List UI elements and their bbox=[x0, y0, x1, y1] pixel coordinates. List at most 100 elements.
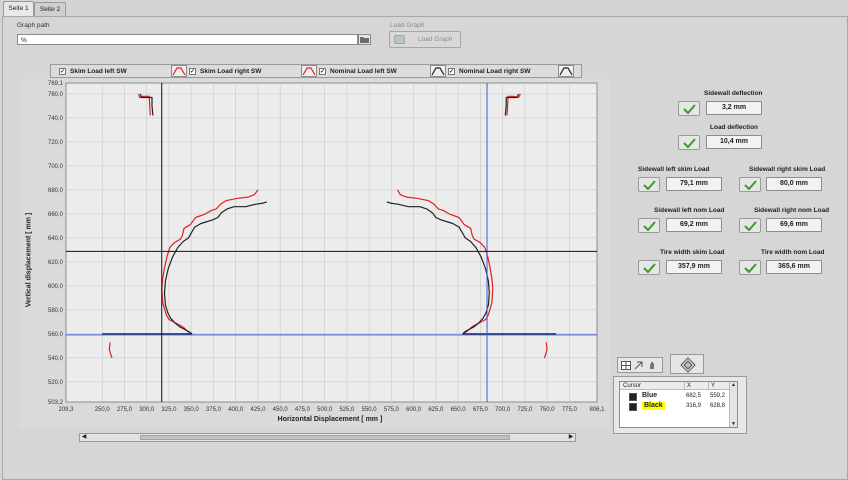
tire-width-nom-label: Tire width nom Load bbox=[761, 249, 825, 256]
y-tick-label: 520,0 bbox=[48, 380, 64, 386]
y-tick-label: 680,0 bbox=[48, 188, 64, 194]
checkmark-icon bbox=[643, 221, 656, 231]
sidewall-deflection-check[interactable] bbox=[678, 101, 700, 116]
x-tick-label: 350,0 bbox=[184, 407, 200, 413]
pan-tool-icon[interactable] bbox=[634, 361, 644, 370]
y-tick-label: 560,0 bbox=[48, 332, 64, 338]
cursor-name[interactable]: Blue bbox=[642, 392, 657, 400]
y-tick-label: 640,0 bbox=[48, 236, 64, 242]
sw-left-nom-check[interactable] bbox=[638, 218, 660, 233]
x-tick-label: 425,0 bbox=[250, 407, 266, 413]
x-tick-label: 500,0 bbox=[317, 407, 333, 413]
sw-right-nom-check[interactable] bbox=[739, 218, 761, 233]
cursor-blue-swatch bbox=[629, 393, 637, 401]
cursor-diamond-icon bbox=[680, 357, 696, 373]
plot-area bbox=[65, 82, 598, 403]
x-tick-label: 650,0 bbox=[451, 407, 467, 413]
tire-width-skim-value: 357,9 mm bbox=[666, 260, 722, 274]
y-tick-label: 760,0 bbox=[48, 92, 64, 98]
checkmark-icon bbox=[643, 180, 656, 190]
checkmark-icon bbox=[744, 263, 757, 273]
x-tick-label: 300,0 bbox=[139, 407, 155, 413]
x-tick-label: 400,0 bbox=[228, 407, 244, 413]
sw-right-nom-label: Sidewall right nom Load bbox=[754, 207, 830, 214]
scroll-left-icon[interactable]: ◀ bbox=[80, 434, 88, 441]
tire-width-skim-check[interactable] bbox=[638, 260, 660, 275]
y-col-header: Y bbox=[708, 382, 731, 390]
x-col-header: X bbox=[684, 382, 708, 390]
sw-left-nom-value: 69,2 mm bbox=[666, 218, 722, 232]
scroll-thumb[interactable] bbox=[140, 435, 510, 440]
sw-right-skim-label: Sidewall right skim Load bbox=[749, 166, 826, 173]
graph-scrollbar[interactable]: ◀ ▶ bbox=[79, 433, 576, 442]
y-tick-label: 769,1 bbox=[48, 81, 64, 87]
cursor-black-swatch bbox=[629, 403, 637, 411]
sw-right-skim-check[interactable] bbox=[739, 177, 761, 192]
sidewall-deflection-value: 3,2 mm bbox=[706, 101, 762, 115]
x-tick-label: 675,0 bbox=[473, 407, 489, 413]
cursor-legend-panel: Cursor X Y Blue 682,5 559,2 Black 316,9 … bbox=[613, 376, 747, 434]
hand-tool-icon[interactable] bbox=[648, 361, 658, 370]
cursor-name[interactable]: Black bbox=[642, 402, 665, 410]
checkmark-icon bbox=[683, 138, 696, 148]
sw-right-skim-value: 80,0 mm bbox=[766, 177, 822, 191]
tire-width-skim-label: Tire width skim Load bbox=[660, 249, 725, 256]
y-tick-label: 740,0 bbox=[48, 116, 64, 122]
checkmark-icon bbox=[683, 104, 696, 114]
x-tick-label: 209,3 bbox=[58, 407, 74, 413]
x-axis-label: Horizontal Displacement [ mm ] bbox=[277, 416, 383, 423]
x-tick-label: 806,1 bbox=[589, 407, 605, 413]
cursor-table[interactable]: Cursor X Y Blue 682,5 559,2 Black 316,9 … bbox=[619, 381, 738, 428]
y-tick-label: 620,0 bbox=[48, 260, 64, 266]
sw-right-nom-value: 69,6 mm bbox=[766, 218, 822, 232]
scroll-right-icon[interactable]: ▶ bbox=[567, 434, 575, 441]
y-tick-label: 540,0 bbox=[48, 356, 64, 362]
cursor-y-value: 628,8 bbox=[710, 403, 726, 409]
x-tick-label: 625,0 bbox=[428, 407, 444, 413]
cursor-move-tool[interactable] bbox=[670, 354, 704, 374]
x-tick-label: 725,0 bbox=[517, 407, 533, 413]
x-tick-label: 250,0 bbox=[95, 407, 111, 413]
zoom-tool-icon[interactable] bbox=[621, 361, 631, 370]
y-tick-label: 580,0 bbox=[48, 308, 64, 314]
sw-left-nom-label: Sidewall left nom Load bbox=[654, 207, 725, 214]
sidewall-deflection-label: Sidewall deflection bbox=[704, 90, 763, 97]
cursor-x-value: 682,5 bbox=[686, 393, 702, 399]
scroll-down-icon[interactable]: ▼ bbox=[730, 421, 737, 427]
x-tick-label: 275,0 bbox=[117, 407, 133, 413]
x-tick-label: 575,0 bbox=[384, 407, 400, 413]
x-tick-label: 475,0 bbox=[295, 407, 311, 413]
x-tick-label: 550,0 bbox=[362, 407, 378, 413]
x-tick-label: 450,0 bbox=[273, 407, 289, 413]
scroll-up-icon[interactable]: ▲ bbox=[730, 382, 737, 388]
x-tick-label: 750,0 bbox=[540, 407, 556, 413]
x-tick-label: 600,0 bbox=[406, 407, 422, 413]
cursor-y-value: 559,2 bbox=[710, 393, 726, 399]
sw-left-skim-check[interactable] bbox=[638, 177, 660, 192]
load-deflection-check[interactable] bbox=[678, 135, 700, 150]
y-tick-label: 503,2 bbox=[48, 400, 64, 406]
graph-palette-tools[interactable] bbox=[617, 357, 663, 373]
x-tick-label: 700,0 bbox=[495, 407, 511, 413]
checkmark-icon bbox=[744, 180, 757, 190]
cursor-x-value: 316,9 bbox=[686, 403, 702, 409]
checkmark-icon bbox=[643, 263, 656, 273]
checkmark-icon bbox=[744, 221, 757, 231]
sw-left-skim-label: Sidewall left skim Load bbox=[638, 166, 710, 173]
y-tick-label: 660,0 bbox=[48, 212, 64, 218]
x-tick-label: 325,0 bbox=[161, 407, 177, 413]
sw-left-skim-value: 79,1 mm bbox=[666, 177, 722, 191]
x-tick-label: 775,0 bbox=[562, 407, 578, 413]
tire-width-nom-check[interactable] bbox=[739, 260, 761, 275]
y-tick-label: 700,0 bbox=[48, 164, 64, 170]
y-tick-label: 600,0 bbox=[48, 284, 64, 290]
load-deflection-value: 10,4 mm bbox=[706, 135, 762, 149]
y-axis-label: Vertical displacement [ mm ] bbox=[25, 212, 33, 308]
x-tick-label: 525,0 bbox=[339, 407, 355, 413]
x-tick-label: 375,0 bbox=[206, 407, 222, 413]
y-tick-label: 720,0 bbox=[48, 140, 64, 146]
load-deflection-label: Load deflection bbox=[710, 124, 759, 131]
tire-width-nom-value: 365,6 mm bbox=[766, 260, 822, 274]
cursor-col-header: Cursor bbox=[620, 382, 684, 390]
cursor-table-scrollbar[interactable]: ▲ ▼ bbox=[729, 382, 737, 427]
